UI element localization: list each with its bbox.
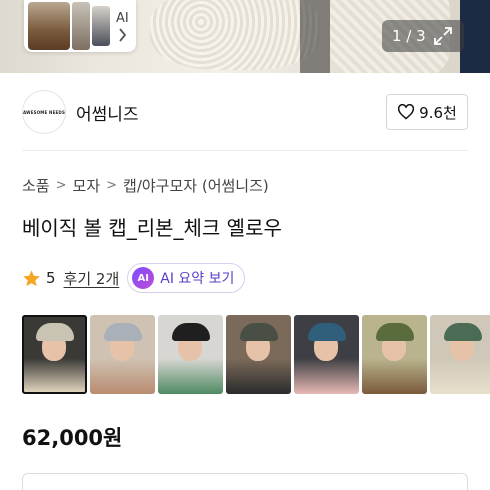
- expand-icon[interactable]: [432, 25, 454, 47]
- image-counter: 1 / 3: [382, 20, 464, 52]
- similar-item-thumb: [92, 6, 110, 46]
- image-counter-text: 1 / 3: [392, 27, 426, 45]
- shop-logo-text: AWESOME NEEDS: [22, 109, 66, 115]
- counter-current: 1: [392, 27, 402, 45]
- heart-icon: [398, 104, 415, 120]
- ai-summary-label: AI 요약 보기: [160, 271, 235, 287]
- cap-shape: [104, 323, 142, 341]
- follow-count: 9.6천: [419, 103, 457, 122]
- hero-image-shadow: [300, 0, 330, 73]
- breadcrumb-item[interactable]: 캡/야구모자 (어썸니즈): [123, 175, 269, 196]
- product-thumbnail[interactable]: [430, 315, 490, 394]
- reviews-link[interactable]: 후기 2개: [64, 268, 120, 289]
- shop-row: AWESOME NEEDS 어썸니즈 9.6천: [22, 90, 468, 134]
- ai-badge-icon: AI: [132, 267, 155, 289]
- hero-image-lace: [150, 0, 320, 70]
- rating-row: 5 후기 2개 AI AI 요약 보기: [22, 263, 246, 293]
- option-box[interactable]: [22, 473, 468, 490]
- chevron-right-icon: >: [106, 178, 118, 193]
- star-icon: [23, 269, 40, 286]
- product-thumbnail[interactable]: [158, 315, 223, 394]
- cap-shape: [240, 323, 278, 341]
- product-thumbnail[interactable]: [362, 315, 427, 394]
- ai-similar-items-button[interactable]: AI: [24, 0, 136, 52]
- chevron-right-icon: [119, 28, 127, 42]
- product-thumbnail[interactable]: [22, 315, 87, 394]
- breadcrumb-item[interactable]: 모자: [73, 175, 101, 196]
- shop-avatar[interactable]: AWESOME NEEDS: [22, 90, 66, 134]
- product-price: 62,000원: [22, 426, 123, 450]
- cap-shape: [308, 323, 346, 341]
- ai-more-link: AI: [116, 10, 129, 42]
- similar-item-thumb: [72, 2, 90, 50]
- product-thumbnail-strip: [22, 315, 490, 394]
- hero-image-edge: [460, 0, 490, 73]
- counter-total: 3: [416, 27, 426, 45]
- cap-shape: [376, 323, 414, 341]
- rating-score: 5: [46, 269, 56, 287]
- follow-button[interactable]: 9.6천: [386, 94, 468, 130]
- similar-item-thumb: [28, 2, 70, 50]
- breadcrumb-item[interactable]: 소품: [22, 175, 50, 196]
- ai-summary-button[interactable]: AI AI 요약 보기: [127, 263, 246, 293]
- ai-label: AI: [116, 11, 129, 26]
- shop-name[interactable]: 어썸니즈: [76, 100, 139, 125]
- product-thumbnail[interactable]: [294, 315, 359, 394]
- product-title: 베이직 볼 캡_리본_체크 옐로우: [22, 216, 282, 240]
- cap-shape: [36, 323, 74, 341]
- product-thumbnail[interactable]: [90, 315, 155, 394]
- cap-shape: [172, 323, 210, 341]
- product-image-carousel[interactable]: AI 1 / 3: [0, 0, 490, 73]
- cap-shape: [444, 323, 482, 341]
- chevron-right-icon: >: [55, 178, 67, 193]
- counter-separator: /: [406, 27, 412, 45]
- breadcrumb: 소품 > 모자 > 캡/야구모자 (어썸니즈): [22, 175, 269, 196]
- product-thumbnail[interactable]: [226, 315, 291, 394]
- divider: [22, 150, 468, 151]
